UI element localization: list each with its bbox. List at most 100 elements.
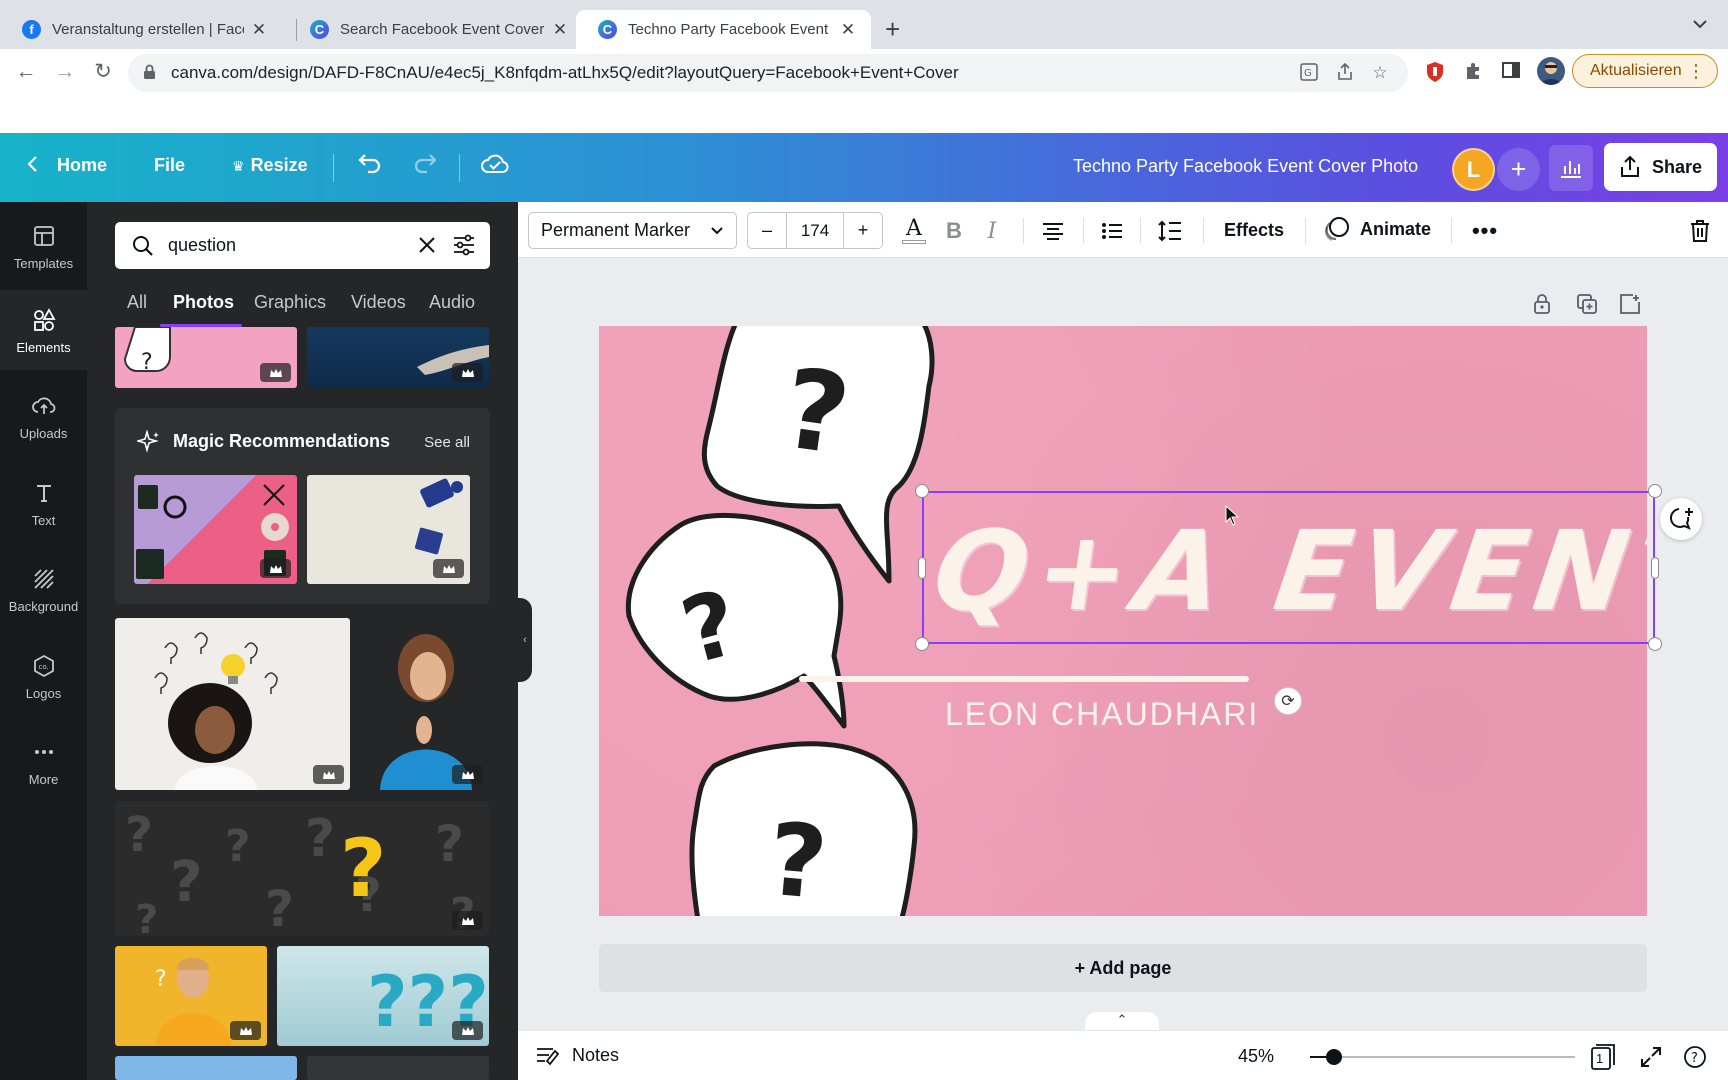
- tab-audio[interactable]: Audio: [429, 292, 475, 313]
- add-people-button[interactable]: +: [1497, 148, 1540, 191]
- tab-graphics[interactable]: Graphics: [254, 292, 326, 313]
- rotate-handle-icon[interactable]: ⟳: [1274, 687, 1302, 715]
- see-all-link[interactable]: See all: [424, 434, 470, 451]
- photo-thumbnail[interactable]: ???: [277, 946, 489, 1046]
- share-button[interactable]: Share: [1604, 143, 1717, 191]
- photo-thumbnail[interactable]: [307, 1056, 489, 1080]
- resize-handle[interactable]: [1648, 637, 1662, 651]
- photo-thumbnail[interactable]: ???? ????? ?: [115, 801, 489, 936]
- decrease-font-size-button[interactable]: –: [748, 213, 786, 248]
- redo-icon[interactable]: [413, 152, 437, 179]
- lock-page-icon[interactable]: [1533, 294, 1551, 319]
- extension-shield-icon[interactable]: [1424, 61, 1446, 83]
- text-color-button[interactable]: A: [900, 217, 928, 245]
- bottom-bar: Notes 45% 1 ?: [518, 1030, 1728, 1080]
- close-icon[interactable]: ✕: [551, 20, 569, 40]
- photo-thumbnail[interactable]: [307, 327, 489, 388]
- forward-arrow-icon[interactable]: →: [52, 59, 78, 85]
- line-spacing-icon[interactable]: [1156, 217, 1184, 245]
- url-bar[interactable]: canva.com/design/DAFD-F8CnAU/e4ec5j_K8nf…: [128, 54, 1408, 92]
- add-page-button[interactable]: + Add page: [599, 944, 1647, 992]
- tab-photos[interactable]: Photos: [173, 292, 234, 313]
- add-comment-button[interactable]: [1660, 498, 1702, 540]
- file-menu-button[interactable]: File: [154, 155, 185, 176]
- add-page-icon[interactable]: [1620, 294, 1640, 319]
- translate-icon[interactable]: G: [1298, 63, 1320, 86]
- photo-thumbnail[interactable]: ?: [115, 327, 297, 388]
- svg-text:?: ?: [340, 822, 386, 915]
- reload-icon[interactable]: ↻: [90, 59, 116, 85]
- notes-button[interactable]: Notes: [536, 1045, 619, 1066]
- magic-thumbnail[interactable]: [134, 475, 297, 584]
- zoom-level[interactable]: 45%: [1238, 1046, 1274, 1067]
- fullscreen-icon[interactable]: [1638, 1044, 1664, 1070]
- profile-avatar[interactable]: [1537, 57, 1565, 85]
- back-arrow-icon[interactable]: ←: [13, 59, 39, 85]
- resize-handle[interactable]: [915, 637, 929, 651]
- sidebar-toggle-icon[interactable]: [1500, 61, 1522, 83]
- bookmark-star-icon[interactable]: ☆: [1369, 63, 1391, 83]
- tab-all[interactable]: All: [127, 292, 147, 313]
- effects-button[interactable]: Effects: [1224, 220, 1284, 241]
- premium-crown-icon: [260, 363, 291, 382]
- close-icon[interactable]: ✕: [250, 20, 268, 40]
- rail-item-background[interactable]: Background: [0, 549, 87, 629]
- divider-line[interactable]: [799, 676, 1249, 682]
- rail-item-elements[interactable]: Elements: [0, 290, 87, 370]
- share-page-icon[interactable]: [1334, 62, 1356, 86]
- user-avatar[interactable]: L: [1452, 148, 1495, 191]
- cloud-saved-icon[interactable]: [481, 153, 509, 180]
- search-input[interactable]: question: [115, 222, 490, 269]
- browser-tab-active[interactable]: C Techno Party Facebook Event C ✕: [576, 10, 871, 49]
- undo-icon[interactable]: [358, 152, 382, 179]
- zoom-slider-knob[interactable]: [1326, 1049, 1342, 1065]
- insights-button[interactable]: [1549, 145, 1593, 191]
- new-tab-button[interactable]: +: [885, 14, 900, 44]
- increase-font-size-button[interactable]: +: [844, 213, 882, 248]
- bulleted-list-icon[interactable]: [1099, 217, 1125, 245]
- update-browser-button[interactable]: Aktualisieren ⋮: [1572, 54, 1718, 88]
- rail-item-templates[interactable]: Templates: [0, 206, 87, 286]
- trash-icon[interactable]: [1688, 217, 1712, 245]
- resize-handle[interactable]: [1651, 557, 1659, 579]
- home-button[interactable]: Home: [26, 155, 107, 176]
- font-family-select[interactable]: Permanent Marker: [528, 212, 737, 249]
- resize-handle[interactable]: [1648, 484, 1662, 498]
- chevron-up-icon[interactable]: ⌃: [1085, 1012, 1159, 1030]
- magic-thumbnail[interactable]: [307, 475, 470, 584]
- tab-videos[interactable]: Videos: [351, 292, 406, 313]
- font-size-input[interactable]: 174: [786, 213, 844, 248]
- animate-button[interactable]: Animate: [1324, 216, 1431, 242]
- browser-tab-facebook[interactable]: f Veranstaltung erstellen | Faceb ✕: [0, 10, 282, 49]
- zoom-slider[interactable]: [1310, 1049, 1575, 1065]
- help-icon[interactable]: ?: [1682, 1044, 1708, 1070]
- author-text[interactable]: LEON CHAUDHARI: [945, 696, 1259, 733]
- resize-button[interactable]: ♛ Resize: [232, 155, 308, 176]
- rail-item-uploads[interactable]: Uploads: [0, 376, 87, 456]
- photo-thumbnail[interactable]: [115, 1056, 297, 1080]
- align-center-icon[interactable]: [1040, 217, 1066, 245]
- document-title[interactable]: Techno Party Facebook Event Cover Photo: [1073, 156, 1418, 177]
- resize-handle[interactable]: [915, 484, 929, 498]
- italic-icon[interactable]: I: [981, 217, 1003, 245]
- clear-search-icon[interactable]: [418, 236, 436, 254]
- rail-item-logos[interactable]: co. Logos: [0, 636, 87, 716]
- resize-handle[interactable]: [918, 557, 926, 579]
- more-options-icon[interactable]: •••: [1470, 217, 1500, 245]
- filter-sliders-icon[interactable]: [452, 234, 476, 256]
- page-grid-button[interactable]: 1: [1590, 1044, 1616, 1070]
- collapse-panel-button[interactable]: ‹: [518, 598, 532, 682]
- close-icon[interactable]: ✕: [839, 20, 857, 40]
- photo-thumbnail[interactable]: [358, 618, 489, 790]
- browser-tab-search[interactable]: C Search Facebook Event Cover ✕: [288, 10, 583, 49]
- bold-icon[interactable]: B: [941, 217, 967, 245]
- rail-item-more[interactable]: More: [0, 722, 87, 802]
- svg-text:?: ?: [435, 815, 464, 873]
- rail-item-text[interactable]: Text: [0, 463, 87, 543]
- toolbar-divider: [1140, 218, 1141, 244]
- tab-search-icon[interactable]: [1693, 16, 1707, 32]
- extensions-puzzle-icon[interactable]: [1462, 61, 1484, 83]
- duplicate-page-icon[interactable]: [1577, 294, 1597, 319]
- photo-thumbnail[interactable]: ?: [115, 946, 267, 1046]
- photo-thumbnail[interactable]: [115, 618, 350, 790]
